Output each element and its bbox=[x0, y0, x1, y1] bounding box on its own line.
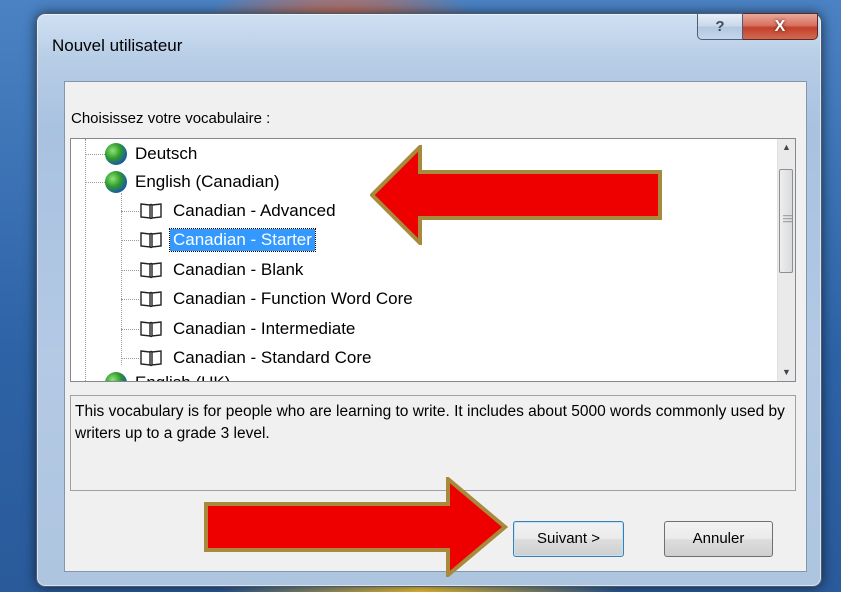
scroll-up-arrow-icon[interactable]: ▲ bbox=[778, 139, 795, 156]
help-button[interactable]: ? bbox=[697, 13, 743, 40]
tree-item-canadian-standard-core[interactable]: Canadian - Standard Core bbox=[139, 344, 374, 372]
tree-line bbox=[85, 139, 86, 381]
tree-line bbox=[121, 329, 139, 330]
tree-line bbox=[121, 299, 139, 300]
cancel-button[interactable]: Annuler bbox=[664, 521, 773, 557]
scroll-thumb[interactable]: — — — bbox=[779, 169, 793, 273]
tree-item-canadian-intermediate[interactable]: Canadian - Intermediate bbox=[139, 315, 358, 343]
annotation-arrow-left-icon bbox=[370, 145, 662, 245]
annotation-arrow-right-icon bbox=[204, 477, 508, 577]
tree-item-canadian-blank[interactable]: Canadian - Blank bbox=[139, 256, 306, 284]
tree-line bbox=[121, 270, 139, 271]
tree-line bbox=[85, 182, 107, 183]
tree-item-label: English (UK) bbox=[132, 372, 233, 381]
book-icon bbox=[139, 320, 163, 338]
tree-line bbox=[121, 211, 139, 212]
tree-line bbox=[85, 154, 107, 155]
close-button[interactable]: X bbox=[743, 13, 818, 40]
tree-item-canadian-function-word-core[interactable]: Canadian - Function Word Core bbox=[139, 285, 416, 313]
tree-item-label: Canadian - Standard Core bbox=[173, 348, 372, 367]
caption-buttons: ? X bbox=[697, 13, 818, 40]
book-icon bbox=[139, 231, 163, 249]
tree-item-canadian-advanced[interactable]: Canadian - Advanced bbox=[139, 197, 339, 225]
next-button[interactable]: Suivant > bbox=[513, 521, 624, 557]
globe-icon bbox=[105, 171, 127, 193]
tree-line bbox=[121, 240, 139, 241]
tree-scrollbar[interactable]: ▲ — — — ▼ bbox=[777, 139, 795, 381]
tree-line bbox=[121, 358, 139, 359]
globe-icon bbox=[105, 372, 127, 381]
globe-icon bbox=[105, 143, 127, 165]
tree-item-canadian-starter[interactable]: Canadian - Starter bbox=[139, 226, 316, 254]
scroll-down-arrow-icon[interactable]: ▼ bbox=[778, 364, 795, 381]
tree-item-label: Canadian - Starter bbox=[169, 228, 316, 252]
tree-item-label: Canadian - Function Word Core bbox=[173, 289, 413, 308]
book-icon bbox=[139, 202, 163, 220]
grip-icon: — — — bbox=[783, 210, 792, 226]
book-icon bbox=[139, 349, 163, 367]
tree-item-label: English (Canadian) bbox=[135, 172, 280, 191]
window-title: Nouvel utilisateur bbox=[52, 36, 183, 55]
tree-item-label: Deutsch bbox=[135, 144, 198, 163]
vocabulary-label: Choisissez votre vocabulaire : bbox=[71, 110, 271, 127]
book-icon bbox=[139, 290, 163, 308]
tree-item-english-canadian[interactable]: English (Canadian) bbox=[105, 168, 283, 196]
tree-item-deutsch[interactable]: Deutsch bbox=[105, 140, 200, 168]
tree-item-label: Canadian - Intermediate bbox=[173, 319, 356, 338]
tree-item-label: Canadian - Blank bbox=[173, 260, 304, 279]
tree-item-label: Canadian - Advanced bbox=[173, 201, 336, 220]
tree-item-english-uk[interactable]: English (UK) bbox=[105, 369, 233, 381]
tree-line bbox=[121, 193, 122, 365]
book-icon bbox=[139, 261, 163, 279]
